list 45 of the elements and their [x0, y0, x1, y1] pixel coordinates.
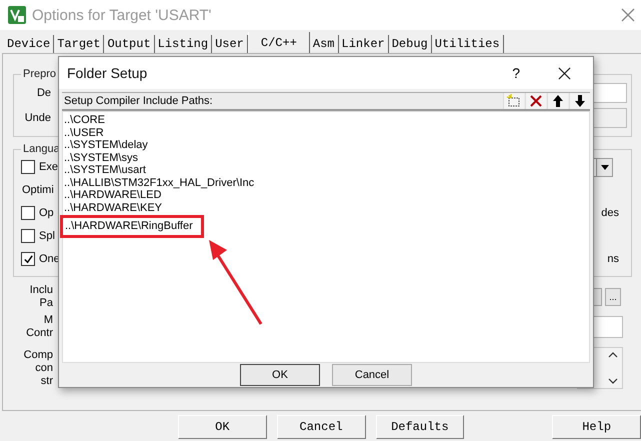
option-label: des — [601, 207, 619, 219]
path-item[interactable]: ..\USER — [64, 126, 104, 139]
window-title: Options for Target 'USART' — [32, 6, 212, 24]
path-item[interactable]: ..\HARDWARE\LED — [64, 189, 162, 202]
app-logo-icon — [8, 6, 26, 24]
field-label: M Contr — [25, 314, 53, 340]
field-label: Comp con str — [22, 348, 53, 388]
group-title: Prepro — [22, 68, 58, 80]
checkbox-label: Spl — [39, 230, 55, 242]
field-label: Unde — [24, 112, 51, 124]
checkbox-label: Exe — [39, 161, 58, 173]
field-label: Inclu Pa — [28, 284, 53, 310]
path-item[interactable]: ..\SYSTEM\delay — [64, 139, 148, 152]
browse-button[interactable]: ... — [605, 288, 621, 306]
path-item[interactable]: ..\HARDWARE\KEY — [64, 202, 162, 214]
option-label: ns — [607, 253, 619, 265]
path-item[interactable]: ..\HALLIB\STM32F1xx_HAL_Driver\Inc — [64, 176, 254, 189]
path-item[interactable]: ..\CORE — [64, 114, 105, 126]
dialog-title: Folder Setup — [67, 65, 148, 81]
help-button[interactable]: ? — [512, 65, 520, 81]
checkbox[interactable] — [21, 229, 35, 243]
dropdown-arrow-icon — [600, 164, 608, 170]
new-folder-icon[interactable] — [503, 93, 524, 109]
list-label: Setup Compiler Include Paths: — [63, 95, 214, 107]
checkbox[interactable] — [21, 252, 35, 266]
move-up-icon[interactable] — [547, 93, 568, 109]
dialog-button[interactable]: OK — [178, 415, 267, 439]
close-icon[interactable] — [558, 66, 571, 80]
checkbox-label: Op — [39, 207, 54, 219]
tab[interactable]: C/C++ — [248, 32, 310, 53]
delete-icon[interactable] — [525, 93, 546, 109]
checkbox[interactable] — [21, 160, 35, 174]
dialog-button[interactable]: Help — [552, 415, 641, 439]
checkbox[interactable] — [21, 206, 35, 220]
dialog-button[interactable]: Defaults — [376, 415, 464, 439]
dialog-button[interactable]: Cancel — [276, 415, 366, 439]
path-item[interactable]: ..\SYSTEM\sys — [64, 152, 138, 164]
field-label: De — [36, 87, 51, 99]
move-down-icon[interactable] — [569, 93, 590, 109]
highlighted-path-item[interactable]: ..\HARDWARE\RingBuffer — [60, 215, 204, 238]
tab[interactable]: Asm — [310, 35, 339, 53]
dialog-button[interactable]: Cancel — [332, 364, 412, 386]
dialog-button[interactable]: OK — [240, 364, 320, 386]
path-item[interactable]: ..\SYSTEM\usart — [64, 164, 146, 176]
option-label: Optimi — [22, 184, 54, 196]
